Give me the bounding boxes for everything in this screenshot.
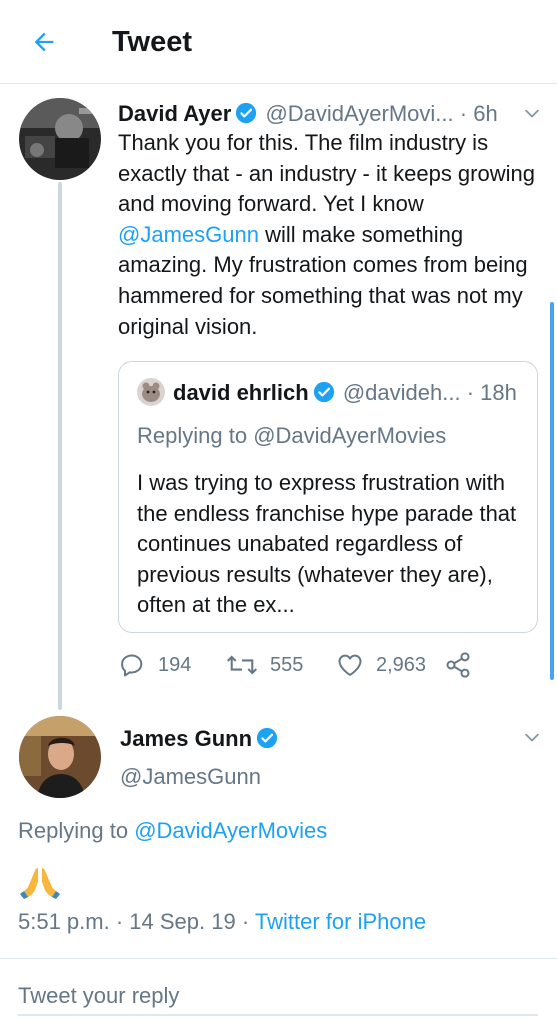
page-title: Tweet — [112, 26, 193, 58]
tweet-metadata: 5:51 p.m. · 14 Sep. 19 · Twitter for iPh… — [18, 906, 426, 938]
chevron-down-icon — [525, 733, 539, 742]
avatar-david-ayer[interactable] — [19, 98, 101, 180]
quoted-author-handle: @davideh... — [342, 380, 461, 405]
thread-connector — [58, 182, 62, 710]
replying-to-handle: @DavidAyerMovies — [253, 423, 447, 448]
reply-button[interactable]: 194 — [118, 648, 191, 682]
separator-dot: · — [241, 909, 250, 934]
folded-hands-emoji — [18, 864, 62, 900]
folded-hands-icon — [20, 868, 60, 899]
reply-input[interactable] — [18, 978, 538, 1016]
quoted-tweet-header: david ehrlich @davideh... · 18h — [137, 376, 517, 410]
tweet-date: 14 Sep. 19 — [129, 909, 236, 934]
reply-count: 194 — [158, 653, 192, 676]
scrollbar[interactable] — [550, 302, 554, 680]
like-button[interactable]: 2,963 — [336, 648, 426, 682]
like-icon — [338, 654, 362, 676]
like-count: 2,963 — [376, 653, 427, 676]
tweet-source-link[interactable]: Twitter for iPhone — [255, 909, 426, 934]
tweet-text-part1: Thank you for this. The film industry is… — [118, 130, 535, 217]
quoted-author-name: david ehrlich — [173, 380, 309, 405]
divider — [0, 958, 557, 959]
tweet-header: David Ayer @DavidAyerMovi... · 6h — [118, 98, 548, 130]
quoted-tweet-time: 18h — [480, 380, 517, 405]
separator-dot: · — [459, 101, 468, 126]
tweet-menu-button[interactable] — [522, 104, 542, 129]
reply-author-name-text[interactable]: James Gunn — [120, 726, 252, 751]
verified-icon — [256, 727, 278, 757]
replying-to-handle[interactable]: @DavidAyerMovies — [134, 818, 327, 843]
tweet-timestamp: 5:51 p.m. — [18, 909, 110, 934]
retweet-count: 555 — [270, 653, 304, 676]
quoted-tweet[interactable]: david ehrlich @davideh... · 18h Replying… — [118, 361, 538, 633]
reply-icon — [121, 654, 143, 677]
replying-to-label: Replying to — [18, 818, 135, 843]
retweet-button[interactable]: 555 — [226, 648, 303, 682]
quoted-replying-to: Replying to @DavidAyerMovies — [137, 420, 446, 452]
tweet-text: Thank you for this. The film industry is… — [118, 128, 543, 342]
verified-icon — [313, 379, 335, 413]
share-icon — [446, 652, 470, 678]
replying-to-label: Replying to — [137, 423, 254, 448]
tweet-time[interactable]: 6h — [473, 101, 497, 126]
avatar-james-gunn[interactable] — [19, 716, 101, 798]
tweet-actions: 194 555 2,963 — [118, 648, 538, 682]
reply-menu-button[interactable] — [522, 728, 542, 753]
share-button[interactable] — [444, 648, 484, 682]
author-handle[interactable]: @DavidAyerMovi... — [265, 101, 453, 126]
reply-author-handle[interactable]: @JamesGunn — [120, 762, 261, 792]
back-button[interactable] — [26, 24, 62, 60]
separator-dot: · — [115, 909, 124, 934]
retweet-icon — [226, 655, 258, 675]
author-name[interactable]: David Ayer — [118, 101, 231, 126]
separator-dot: · — [466, 380, 475, 405]
back-arrow-icon — [34, 32, 54, 52]
mention-link[interactable]: @JamesGunn — [118, 222, 259, 247]
avatar-david-ehrlich — [137, 378, 165, 406]
quoted-tweet-text: I was trying to express frustration with… — [137, 470, 517, 618]
reply-author-name: James Gunn — [120, 724, 280, 757]
top-bar: Tweet — [0, 0, 557, 84]
replying-to: Replying to @DavidAyerMovies — [18, 815, 327, 847]
chevron-down-icon — [525, 109, 539, 118]
